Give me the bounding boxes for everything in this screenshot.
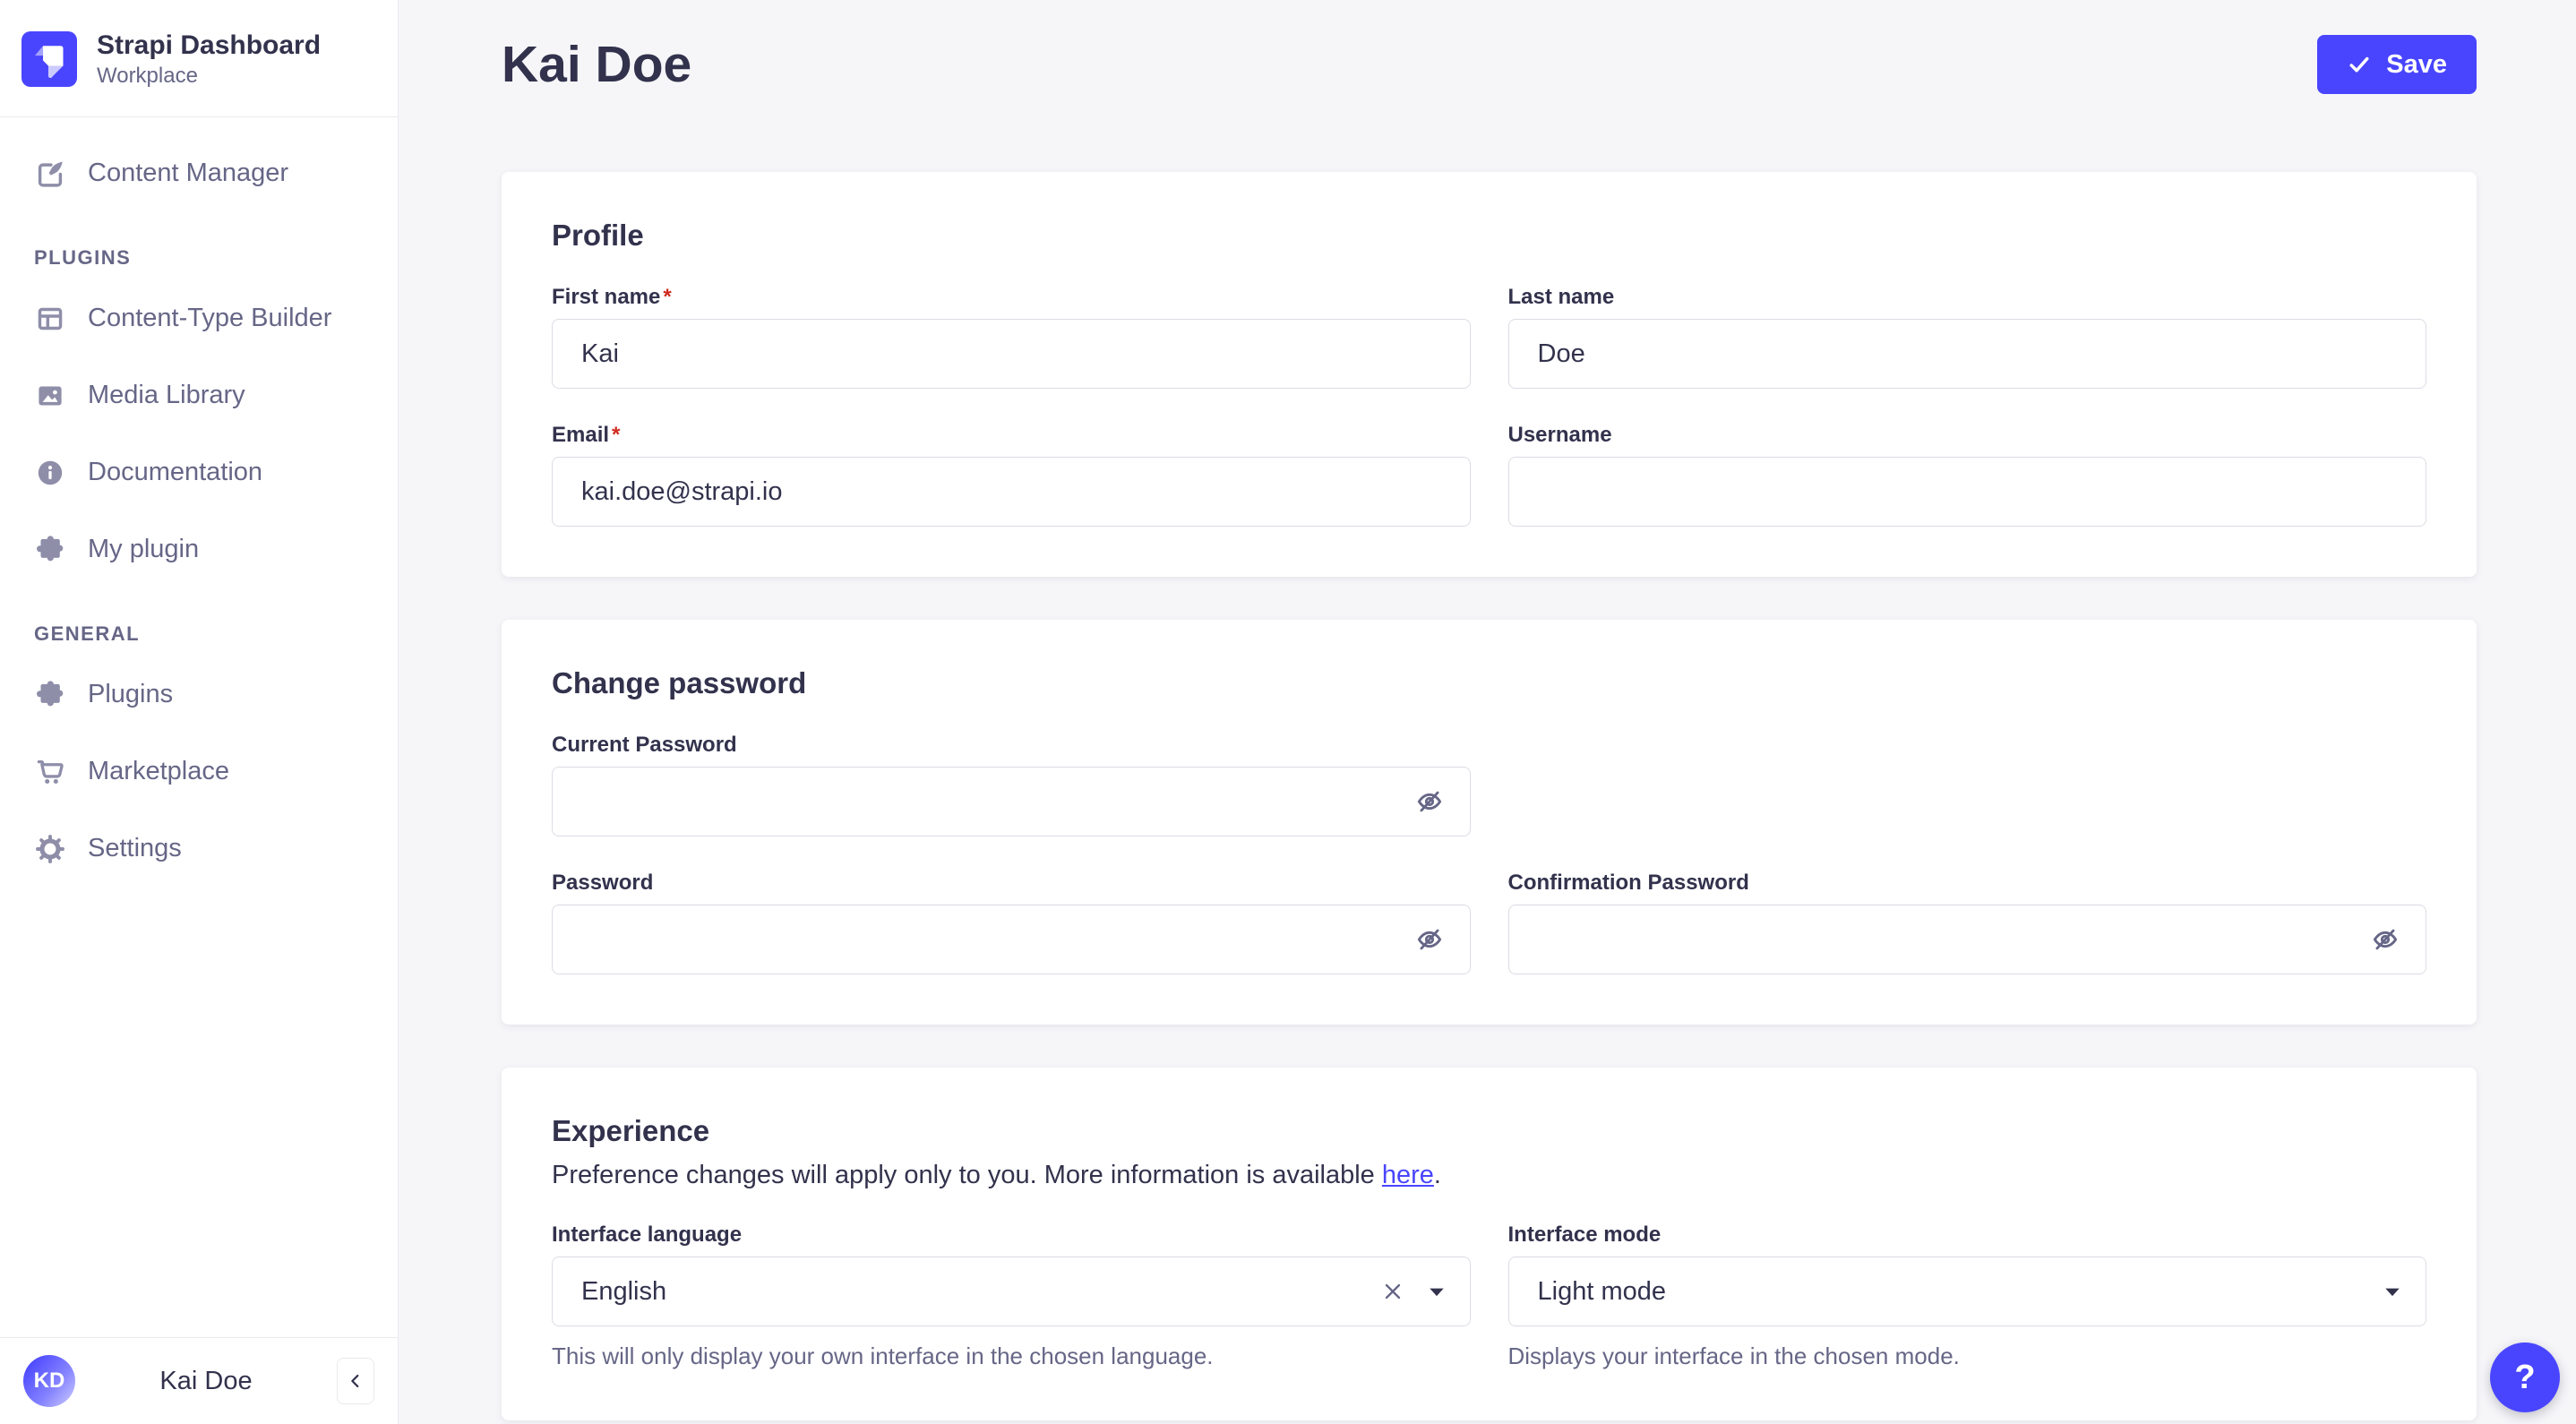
sidebar-item-documentation[interactable]: Documentation [13,434,385,511]
confirmation-password-input[interactable] [1507,905,2426,975]
more-information-link[interactable]: here [1382,1161,1434,1189]
email-label: Email * [552,423,621,448]
username-field-group: Username [1507,423,2426,528]
experience-title: Experience [552,1114,710,1148]
strapi-logo-icon [21,30,77,87]
experience-description: Preference changes will apply only to yo… [552,1161,1441,1190]
check-icon [2347,52,2372,77]
sidebar-item-label: Documentation [88,458,263,486]
sidebar-nav: Content Manager PLUGINS Content-Type Bui… [0,117,398,1338]
image-icon [34,380,66,412]
save-button-label: Save [2386,49,2447,79]
toggle-password-visibility-button[interactable] [1412,784,1447,819]
info-icon [34,457,66,489]
interface-mode-field-group: Interface mode Light mode Displays your … [1507,1222,2426,1370]
sidebar-item-media-library[interactable]: Media Library [13,357,385,434]
sidebar-item-content-manager[interactable]: Content Manager [13,135,385,212]
interface-mode-hint: Displays your interface in the chosen mo… [1507,1343,1960,1370]
username-label: Username [1507,423,1612,448]
required-mark: * [663,285,672,310]
app-title: Strapi Dashboard [97,30,322,60]
sidebar-section-plugins: PLUGINS [34,245,132,269]
sidebar-section-general: GENERAL [34,622,141,645]
sidebar-item-plugins[interactable]: Plugins [13,656,385,733]
confirmation-password-label: Confirmation Password [1507,871,1749,896]
first-name-input[interactable] [552,319,1471,390]
profile-card: Profile First name* Last name Email* [502,172,2477,578]
toggle-password-visibility-button[interactable] [1412,922,1447,957]
interface-language-field-group: Interface language English This will onl… [552,1222,1471,1370]
email-input[interactable] [552,457,1471,528]
password-label: Password [552,871,654,896]
interface-language-label: Interface language [552,1222,743,1248]
sidebar-footer: KD Kai Doe [0,1337,398,1424]
page-header: Kai Doe Save [502,34,2477,95]
sidebar-item-settings[interactable]: Settings [13,811,385,888]
last-name-input[interactable] [1507,319,2426,390]
workspace-name: Workplace [97,63,198,88]
collapse-sidebar-button[interactable] [337,1358,374,1404]
sidebar-item-label: Marketplace [88,757,229,785]
username-input[interactable] [1507,457,2426,528]
last-name-field-group: Last name [1507,285,2426,390]
interface-language-value: English [581,1276,667,1306]
sidebar-item-content-type-builder[interactable]: Content-Type Builder [13,280,385,357]
password-input[interactable] [552,905,1471,975]
gear-icon [34,833,66,865]
user-name: Kai Doe [159,1366,253,1395]
email-field-group: Email * [552,423,1471,528]
chevron-down-icon [2384,1287,2400,1297]
avatar[interactable]: KD [23,1355,75,1407]
clear-icon[interactable] [1380,1279,1405,1304]
save-button[interactable]: Save [2317,35,2477,95]
eye-off-icon [2370,924,2400,955]
page-title: Kai Doe [502,36,692,93]
sidebar-item-label: My plugin [88,535,200,563]
last-name-label: Last name [1507,285,1615,310]
sidebar-item-my-plugin[interactable]: My plugin [13,511,385,588]
edit-icon [34,158,66,190]
cart-icon [34,756,66,788]
layout-icon [34,303,66,335]
eye-off-icon [1414,924,1445,955]
confirmation-password-field-group: Confirmation Password [1507,871,2426,975]
change-password-card: Change password Current Password Passwor… [502,620,2477,1025]
eye-off-icon [1414,786,1445,817]
current-password-input[interactable] [552,767,1471,837]
help-button[interactable]: ? [2490,1343,2560,1412]
sidebar-item-label: Media Library [88,381,245,409]
sidebar-item-label: Plugins [88,680,174,708]
interface-mode-value: Light mode [1537,1276,1667,1306]
current-password-field-group: Current Password [552,733,1471,837]
sidebar: Strapi Dashboard Workplace Content Manag… [0,0,399,1424]
chevron-left-icon [346,1371,365,1391]
change-password-title: Change password [552,666,807,700]
password-field-group: Password [552,871,1471,975]
first-name-field-group: First name * [552,285,1471,390]
profile-card-title: Profile [552,219,644,253]
first-name-label: First name * [552,285,672,310]
sidebar-item-label: Content Manager [88,159,289,187]
puzzle-icon [34,534,66,566]
sidebar-item-label: Settings [88,834,182,862]
toggle-password-visibility-button[interactable] [2367,922,2403,957]
workspace-header[interactable]: Strapi Dashboard Workplace [0,0,398,117]
sidebar-item-label: Content-Type Builder [88,304,332,332]
sidebar-item-marketplace[interactable]: Marketplace [13,733,385,811]
experience-card: Experience Preference changes will apply… [502,1068,2477,1421]
interface-language-select[interactable]: English [552,1257,1471,1327]
interface-mode-label: Interface mode [1507,1222,1662,1248]
main-content: Kai Doe Save Profile First name* Last na… [399,0,2576,1424]
required-mark: * [612,423,621,448]
current-password-label: Current Password [552,733,737,758]
puzzle-icon [34,679,66,711]
interface-mode-select[interactable]: Light mode [1507,1257,2426,1327]
chevron-down-icon [1429,1287,1445,1297]
interface-language-hint: This will only display your own interfac… [552,1343,1214,1370]
question-mark-icon: ? [2514,1358,2536,1396]
